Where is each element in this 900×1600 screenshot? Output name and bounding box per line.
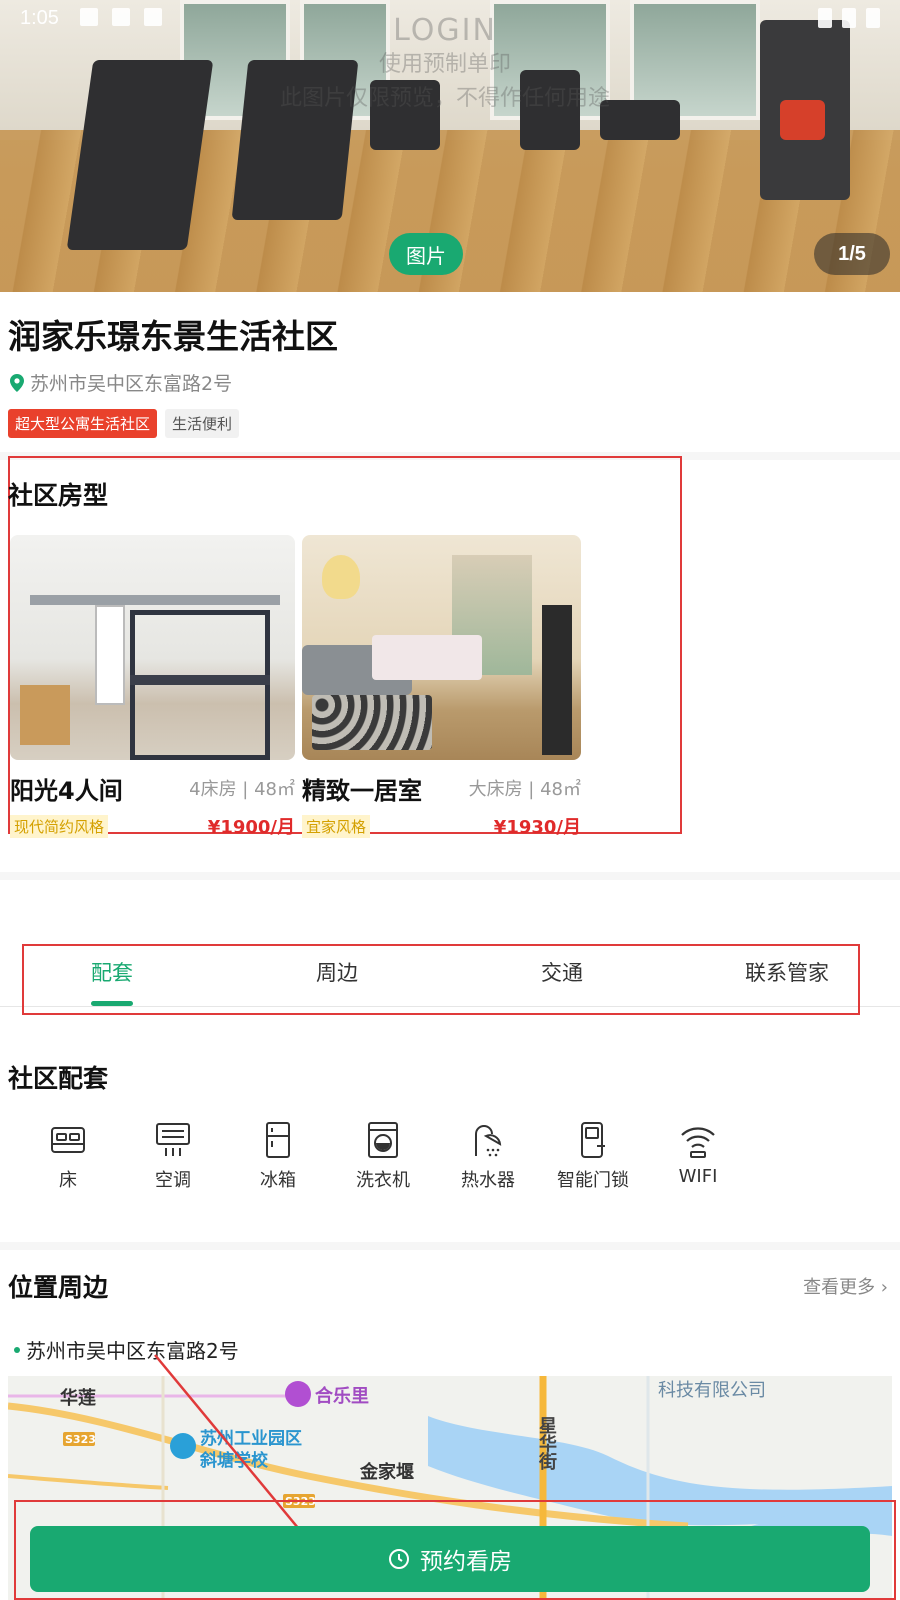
room-types-title: 社区房型 xyxy=(8,481,109,510)
rug xyxy=(312,695,432,750)
air-conditioner-icon xyxy=(156,1123,190,1156)
map-road-label: S323 xyxy=(65,1433,96,1446)
tag-badge: 超大型公寓生活社区 xyxy=(8,409,158,438)
room-price: ¥1930/月 xyxy=(493,817,581,838)
room-spec: 大床房 | 48㎡ xyxy=(468,779,581,800)
location-title: 位置周边 xyxy=(8,1273,109,1302)
book-viewing-label: 预约看房 xyxy=(420,1549,512,1575)
image-counter: 1/5 xyxy=(814,233,890,275)
app-icon xyxy=(144,8,162,26)
facility-label: 空调 xyxy=(155,1170,191,1191)
map-place-label: 金家堰 xyxy=(360,1462,414,1483)
book-viewing-button[interactable]: 预约看房 xyxy=(30,1526,870,1592)
smart-lock-icon xyxy=(581,1122,605,1158)
gym-bench xyxy=(600,100,680,140)
facility-label: 热水器 xyxy=(461,1170,515,1191)
facility-label: WIFI xyxy=(678,1166,718,1187)
room-style-badge: 宜家风格 xyxy=(302,815,371,838)
red-seat xyxy=(780,100,825,140)
map-place-label: 合乐里 xyxy=(315,1386,369,1407)
location-address: 苏州市吴中区东富路2号 xyxy=(14,1335,239,1364)
map-place-label: 斜塘学校 xyxy=(200,1451,268,1471)
room-card-sunshine[interactable]: 阳光4人间 4床房 | 48㎡ 现代简约风格 ¥1900/月 xyxy=(10,535,295,838)
tag-badge: 生活便利 xyxy=(165,409,240,438)
facilities-title: 社区配套 xyxy=(8,1064,109,1093)
room-name: 精致一居室 xyxy=(302,777,422,805)
room-style-badge: 现代简约风格 xyxy=(10,815,109,838)
desk xyxy=(20,685,70,745)
image-icon xyxy=(80,8,98,26)
facility-smart-lock: 智能门锁 xyxy=(548,1120,638,1192)
fridge-icon xyxy=(266,1122,290,1158)
watermark-text: 此图片仅限预览，不得作任何用途 xyxy=(280,86,611,111)
room-card-studio[interactable]: 精致一居室 大床房 | 48㎡ 宜家风格 ¥1930/月 xyxy=(302,535,581,838)
tv xyxy=(542,605,572,755)
hero-image-carousel[interactable]: 1:05 LOGIN 使用预制单印 此图片仅限预览，不得作任何用途 图片 1/5 xyxy=(0,0,900,292)
room-spec: 4床房 | 48㎡ xyxy=(189,779,295,800)
facility-wifi: WIFI xyxy=(653,1120,743,1187)
signal-icon xyxy=(842,8,856,28)
room-price: ¥1900/月 xyxy=(207,817,295,838)
facility-fridge: 冰箱 xyxy=(233,1120,323,1192)
location-pin-icon xyxy=(10,373,24,392)
facility-label: 冰箱 xyxy=(260,1170,296,1191)
facility-water-heater: 热水器 xyxy=(443,1120,533,1192)
facility-air-conditioner: 空调 xyxy=(128,1120,218,1192)
facility-label: 智能门锁 xyxy=(557,1170,629,1191)
room-door xyxy=(95,605,125,705)
location-address-text: 苏州市吴中区东富路2号 xyxy=(26,1339,239,1363)
room-photo[interactable] xyxy=(10,535,295,760)
facility-washing-machine: 洗衣机 xyxy=(338,1120,428,1192)
clock-icon xyxy=(389,1549,409,1569)
bunk-bed-slats xyxy=(130,675,270,685)
bed xyxy=(372,635,482,680)
address-text: 苏州市吴中区东富路2号 xyxy=(30,373,233,395)
download-icon xyxy=(112,8,130,26)
shower-icon xyxy=(475,1125,502,1157)
pendant-lamp xyxy=(322,555,360,599)
section-divider xyxy=(0,872,900,880)
map-road-label: 星华街 xyxy=(536,1416,557,1470)
facility-bed: 床 xyxy=(23,1120,113,1192)
room-photo[interactable] xyxy=(302,535,581,760)
property-address[interactable]: 苏州市吴中区东富路2号 xyxy=(10,369,232,396)
section-divider xyxy=(0,1242,900,1250)
bed-icon xyxy=(51,1127,85,1153)
property-tags: 超大型公寓生活社区 生活便利 xyxy=(8,409,240,438)
watermark-text: 使用预制单印 xyxy=(379,52,512,77)
status-time: 1:05 xyxy=(20,7,59,29)
see-more-link[interactable]: 查看更多 › xyxy=(803,1273,888,1299)
bunk-bed xyxy=(130,610,270,760)
loft-rail xyxy=(30,595,280,605)
facility-label: 床 xyxy=(59,1170,77,1191)
map-place-label: 科技有限公司 xyxy=(658,1380,766,1401)
washing-machine-icon xyxy=(368,1122,398,1158)
wifi-icon xyxy=(681,1127,715,1158)
property-name: 润家乐璟东景生活社区 xyxy=(8,317,338,356)
room-name: 阳光4人间 xyxy=(10,777,123,805)
wifi-status-icon xyxy=(818,8,832,28)
battery-icon xyxy=(866,8,880,28)
photo-category-button[interactable]: 图片 xyxy=(389,233,463,275)
facility-label: 洗衣机 xyxy=(356,1170,410,1191)
annotation-box xyxy=(22,944,860,1015)
watermark-text: LOGIN xyxy=(393,13,497,48)
bullet-dot xyxy=(14,1346,20,1353)
image-watermark: LOGIN 使用预制单印 此图片仅限预览，不得作任何用途 xyxy=(280,14,610,116)
map-place-label: 华莲 xyxy=(60,1388,96,1409)
